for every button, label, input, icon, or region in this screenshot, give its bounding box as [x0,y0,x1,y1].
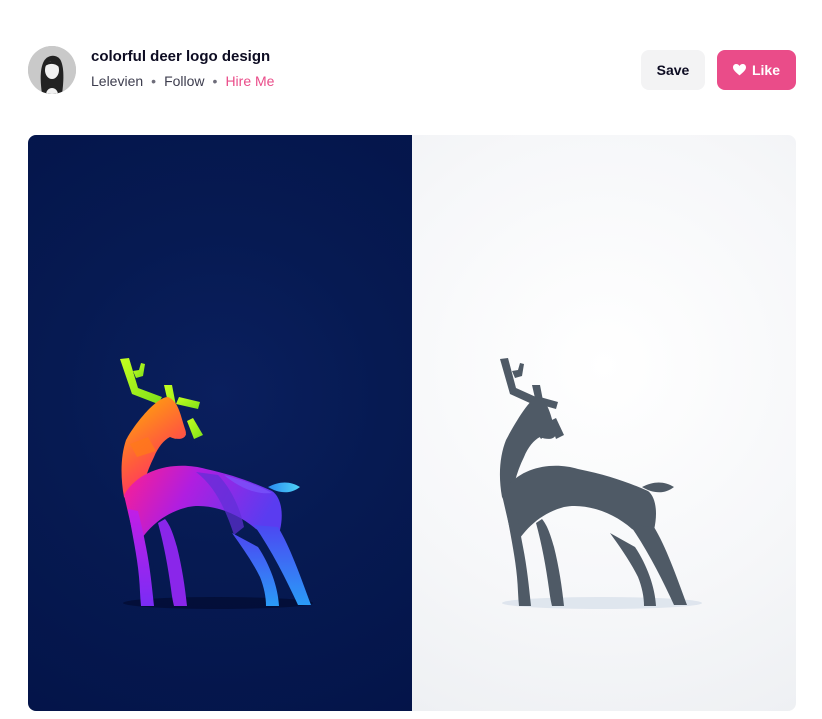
avatar[interactable] [28,46,76,94]
follow-link[interactable]: Follow [164,73,204,89]
shot-image[interactable] [28,135,796,711]
like-button[interactable]: Like [717,50,796,90]
like-label: Like [751,62,780,78]
heart-icon [732,64,746,76]
gray-deer-panel [412,135,796,711]
save-button[interactable]: Save [641,50,705,90]
shot-meta: Lelevien • Follow • Hire Me [91,73,274,89]
colorful-deer-illustration [120,358,313,609]
separator-dot: • [212,73,218,89]
separator-dot: • [151,73,157,89]
colorful-deer-panel [28,135,412,711]
hire-me-link[interactable]: Hire Me [225,73,274,89]
gray-deer-illustration [499,358,702,609]
avatar-portrait-icon [28,46,76,94]
shot-title: colorful deer logo design [91,48,271,65]
shot-header: colorful deer logo design Lelevien • Follo… [28,44,796,96]
author-name[interactable]: Lelevien [91,73,143,89]
